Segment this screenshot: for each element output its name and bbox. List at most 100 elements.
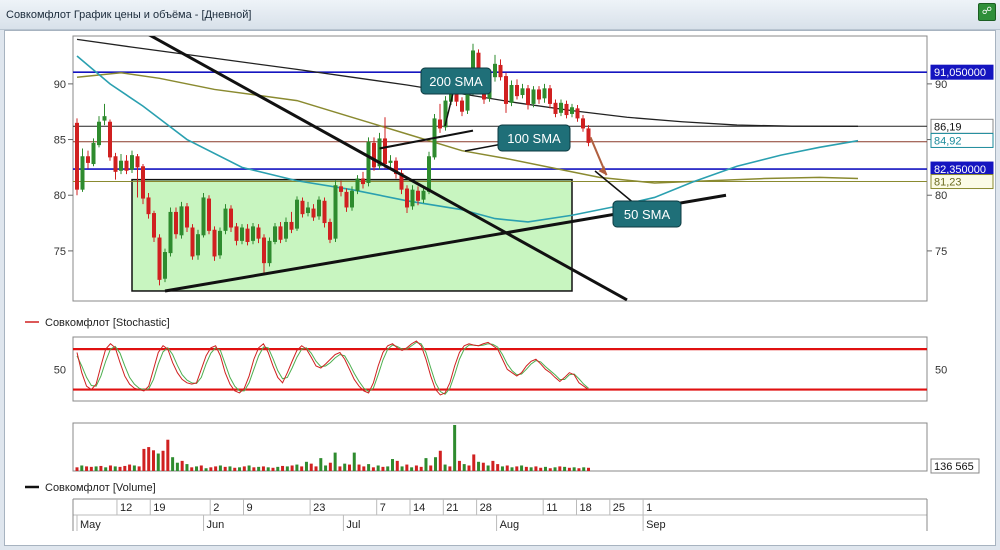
candle-up: [179, 206, 184, 236]
candle-up: [80, 156, 85, 190]
volume-bar: [376, 465, 380, 471]
volume-bar: [185, 464, 189, 471]
volume-bar: [352, 452, 356, 471]
volume-bar: [467, 465, 471, 471]
day-tick-label: 1: [646, 502, 652, 514]
chart-panel[interactable]: 7575808085859090200 SMA100 SMA50 SMA91,0…: [4, 30, 996, 546]
volume-bar: [75, 467, 79, 471]
volume-bar: [228, 466, 232, 471]
link-icon[interactable]: ☍: [978, 3, 996, 21]
volume-bar: [410, 467, 414, 471]
candle-down: [328, 221, 332, 240]
candle-down: [190, 227, 195, 257]
volume-bar: [448, 466, 452, 471]
volume-bar: [85, 466, 89, 471]
candle-down: [504, 76, 508, 104]
y-tick-label: 75: [54, 246, 66, 258]
volume-bar: [218, 465, 222, 471]
volume-bar: [233, 467, 237, 471]
price-label-text: 91,050000: [934, 67, 986, 79]
y-tick-label: 90: [54, 79, 66, 91]
candle-up: [531, 89, 536, 104]
candle-up: [542, 88, 547, 99]
candle-up: [163, 252, 167, 279]
callout-label: 100 SMA: [507, 131, 561, 146]
volume-bar: [563, 466, 567, 471]
volume-bar: [242, 466, 246, 471]
volume-bar: [252, 467, 256, 471]
candle-up: [410, 189, 415, 207]
candle-down: [344, 191, 349, 208]
candle-up: [130, 155, 134, 170]
price-label-text: 84,92: [934, 135, 962, 147]
volume-panel: 136 565 Совкомфлот [Volume]: [25, 422, 980, 494]
candle-down: [256, 227, 261, 239]
volume-bar: [161, 450, 165, 471]
volume-bar: [381, 466, 385, 471]
volume-bar: [472, 454, 476, 471]
volume-bar: [319, 458, 323, 471]
candle-up: [366, 141, 371, 183]
candle-up: [520, 88, 525, 96]
volume-bar: [395, 460, 399, 471]
y-tick-label-right: 75: [935, 246, 947, 258]
volume-bar: [496, 464, 500, 471]
volume-bar: [491, 460, 495, 471]
volume-bar: [151, 450, 155, 471]
chart-canvas[interactable]: 7575808085859090200 SMA100 SMA50 SMA91,0…: [5, 31, 995, 545]
volume-bar: [209, 467, 213, 471]
price-label: 82,350000: [930, 161, 994, 177]
volume-bar: [582, 467, 586, 471]
volume-bar: [314, 466, 318, 471]
candle-down: [526, 88, 530, 106]
candle-down: [311, 208, 316, 218]
candle-up: [421, 190, 426, 200]
candle-up: [91, 142, 96, 165]
volume-plot-area: [72, 422, 928, 472]
stoch-legend: Совкомфлот [Stochastic]: [45, 317, 170, 329]
volume-bar: [214, 466, 218, 471]
day-tick-label: 28: [480, 502, 492, 514]
candle-down: [300, 200, 305, 215]
volume-bar: [300, 466, 304, 471]
candle-up: [267, 240, 272, 264]
day-tick-label: 25: [613, 502, 625, 514]
candle-up: [102, 116, 107, 121]
volume-bar: [558, 466, 562, 471]
candle-down: [262, 237, 266, 264]
volume-bar: [419, 466, 423, 471]
candle-down: [278, 226, 283, 240]
price-label: 86,19: [930, 118, 994, 134]
candle-up: [240, 227, 244, 241]
candle-up: [223, 208, 228, 231]
volume-bar: [429, 465, 433, 471]
month-tick-label: Sep: [646, 519, 666, 531]
volume-bar: [328, 462, 332, 471]
candle-up: [317, 199, 321, 217]
candle-down: [75, 122, 79, 190]
price-panel: 7575808085859090200 SMA100 SMA50 SMA91,0…: [54, 35, 994, 302]
candle-down: [460, 100, 464, 112]
volume-bar: [142, 448, 146, 471]
day-tick-label: 14: [413, 502, 425, 514]
volume-bar: [147, 447, 151, 471]
candle-up: [350, 190, 354, 208]
volume-bar: [486, 465, 490, 471]
volume-bar: [548, 468, 552, 471]
candle-down: [124, 160, 129, 171]
candle-down: [146, 197, 151, 215]
candle-up: [251, 226, 255, 241]
day-tick-label: 7: [380, 502, 386, 514]
candle-up: [388, 160, 393, 163]
candle-up: [273, 226, 277, 242]
volume-bar: [371, 467, 375, 471]
volume-bar: [276, 466, 280, 471]
candle-down: [113, 156, 118, 172]
volume-last-label: 136 565: [934, 461, 974, 473]
candle-up: [218, 230, 222, 256]
volume-bar: [524, 466, 528, 471]
candle-up: [284, 221, 288, 239]
volume-bar: [405, 464, 409, 471]
volume-bar: [175, 462, 179, 471]
volume-bar: [333, 452, 337, 471]
